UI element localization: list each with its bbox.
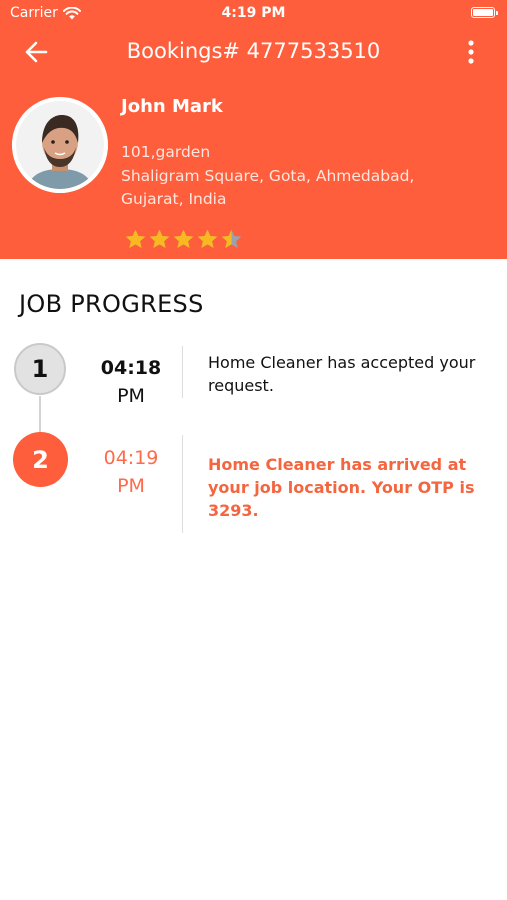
timeline-connector <box>39 396 41 434</box>
star-icon <box>149 229 170 248</box>
star-rating <box>124 228 243 250</box>
job-progress-heading: JOB PROGRESS <box>19 290 204 318</box>
star-icon <box>197 229 218 248</box>
more-options-button[interactable] <box>461 38 481 68</box>
avatar <box>12 97 108 193</box>
booking-detail-screen: Carrier 4:19 PM Bookings# 4777533510 Joh… <box>0 0 507 900</box>
nav-bar: Bookings# 4777533510 <box>0 30 507 74</box>
step-time-ampm: PM <box>117 385 145 407</box>
step-divider <box>182 435 183 533</box>
address-line: 101,garden <box>121 143 211 161</box>
status-bar: Carrier 4:19 PM <box>0 0 507 28</box>
step-time: 04:19 PM <box>81 444 181 500</box>
star-icon <box>173 229 194 248</box>
status-time: 4:19 PM <box>221 5 286 21</box>
step-time-ampm: PM <box>117 475 145 497</box>
step-time-value: 04:19 <box>103 447 159 469</box>
star-icon <box>221 229 242 248</box>
user-photo-icon <box>12 97 108 193</box>
battery-icon <box>471 7 498 18</box>
step-time-value: 04:18 <box>100 357 162 379</box>
step-number-badge: 1 <box>14 343 66 395</box>
booking-header: Carrier 4:19 PM Bookings# 4777533510 Joh… <box>0 0 507 259</box>
step-time: 04:18 PM <box>81 354 181 410</box>
address-line: Shaligram Square, Gota, Ahmedabad, <box>121 166 415 185</box>
star-icon <box>125 229 146 248</box>
address-line: Gujarat, India <box>121 190 227 208</box>
step-number-badge-active: 2 <box>13 432 68 487</box>
customer-address: 101,garden Shaligram Square, Gota, Ahmed… <box>121 141 491 212</box>
step-description-active: Home Cleaner has arrived at your job loc… <box>208 455 475 520</box>
more-vertical-icon <box>468 40 474 64</box>
page-title: Bookings# 4777533510 <box>126 39 381 63</box>
step-description: Home Cleaner has accepted your request. <box>208 353 476 395</box>
step-divider <box>182 346 183 398</box>
customer-name: John Mark <box>121 96 223 117</box>
